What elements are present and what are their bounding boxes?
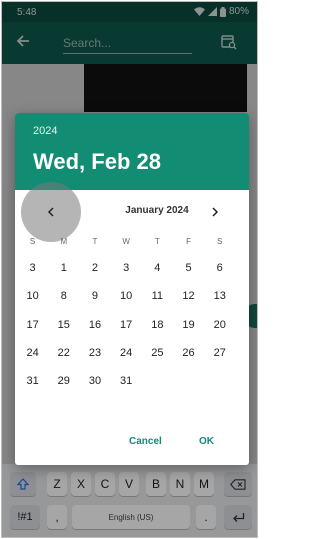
week-row: 31 29 30 31 (17, 374, 247, 402)
day-cell[interactable]: 13 (204, 289, 235, 317)
day-cell[interactable]: 5 (173, 261, 204, 289)
day-cell[interactable]: 2 (79, 261, 110, 289)
month-label: January 2024 (125, 205, 189, 216)
cancel-button[interactable]: Cancel (129, 436, 162, 447)
day-cell[interactable]: 10 (111, 289, 142, 317)
day-cell[interactable]: 9 (79, 289, 110, 317)
day-cell[interactable]: 10 (17, 289, 48, 317)
day-cell[interactable]: 25 (142, 346, 173, 374)
day-cell[interactable]: 19 (173, 318, 204, 346)
app-screen: 5:48 80% Z X C V B N (1, 1, 258, 538)
day-cell[interactable]: 6 (204, 261, 235, 289)
day-cell[interactable]: 31 (111, 374, 142, 402)
day-grid: 3 1 2 3 4 5 6 10 8 9 10 11 12 13 17 15 16 17 18 19 20 24 22 23 2… (17, 261, 247, 402)
day-cell[interactable]: 15 (48, 318, 79, 346)
week-row: 24 22 23 24 25 26 27 (17, 346, 247, 374)
day-cell[interactable]: 27 (204, 346, 235, 374)
day-cell[interactable]: 3 (111, 261, 142, 289)
day-cell[interactable]: 29 (48, 374, 79, 402)
weekday-label: M (60, 237, 68, 246)
day-cell[interactable]: 30 (79, 374, 110, 402)
day-cell[interactable]: 23 (79, 346, 110, 374)
day-cell[interactable]: 17 (17, 318, 48, 346)
day-cell[interactable]: 4 (142, 261, 173, 289)
date-picker-dialog: 2024 Wed, Feb 28 January 2024 SMTWTFS 31… (15, 113, 249, 465)
day-cell[interactable]: 22 (48, 346, 79, 374)
day-cell[interactable]: 24 (17, 346, 48, 374)
day-cell[interactable]: 8 (48, 289, 79, 317)
dialog-actions: Cancel OK (15, 421, 249, 465)
week-row: 17 15 16 17 18 19 20 (17, 318, 247, 346)
day-cell[interactable]: 26 (173, 346, 204, 374)
selected-date: Wed, Feb 28 (33, 149, 161, 174)
weekday-label: W (122, 237, 130, 246)
day-cell[interactable]: 24 (111, 346, 142, 374)
year-selector[interactable]: 2024 (33, 125, 57, 137)
day-cell[interactable]: 12 (173, 289, 204, 317)
week-row: 3123456 (17, 261, 247, 289)
weekday-label: T (154, 237, 160, 246)
weekday-label: F (186, 237, 191, 246)
date-picker-header: 2024 Wed, Feb 28 (15, 113, 249, 190)
chevron-right-icon (212, 207, 219, 217)
week-row: 10 8 9 10 11 12 13 (17, 289, 247, 317)
day-cell[interactable]: 16 (79, 318, 110, 346)
previous-month-button[interactable] (43, 204, 59, 220)
weekday-label: T (92, 237, 98, 246)
day-cell[interactable]: 31 (17, 374, 48, 402)
chevron-left-icon (47, 207, 54, 217)
weekday-label: S (217, 237, 223, 246)
day-cell[interactable]: 17 (111, 318, 142, 346)
weekday-label: S (29, 237, 36, 246)
month-navigation: January 2024 (15, 182, 249, 242)
weekday-header: SMTWTFS (17, 237, 247, 246)
next-month-button[interactable] (207, 204, 223, 220)
day-cell[interactable]: 1 (48, 261, 79, 289)
ok-button[interactable]: OK (199, 436, 214, 447)
day-cell[interactable]: 20 (204, 318, 235, 346)
day-cell[interactable]: 3 (17, 261, 48, 289)
empty-day-cell (173, 374, 204, 402)
day-cell[interactable]: 18 (142, 318, 173, 346)
empty-day-cell (204, 374, 235, 402)
empty-day-cell (142, 374, 173, 402)
day-cell[interactable]: 11 (142, 289, 173, 317)
